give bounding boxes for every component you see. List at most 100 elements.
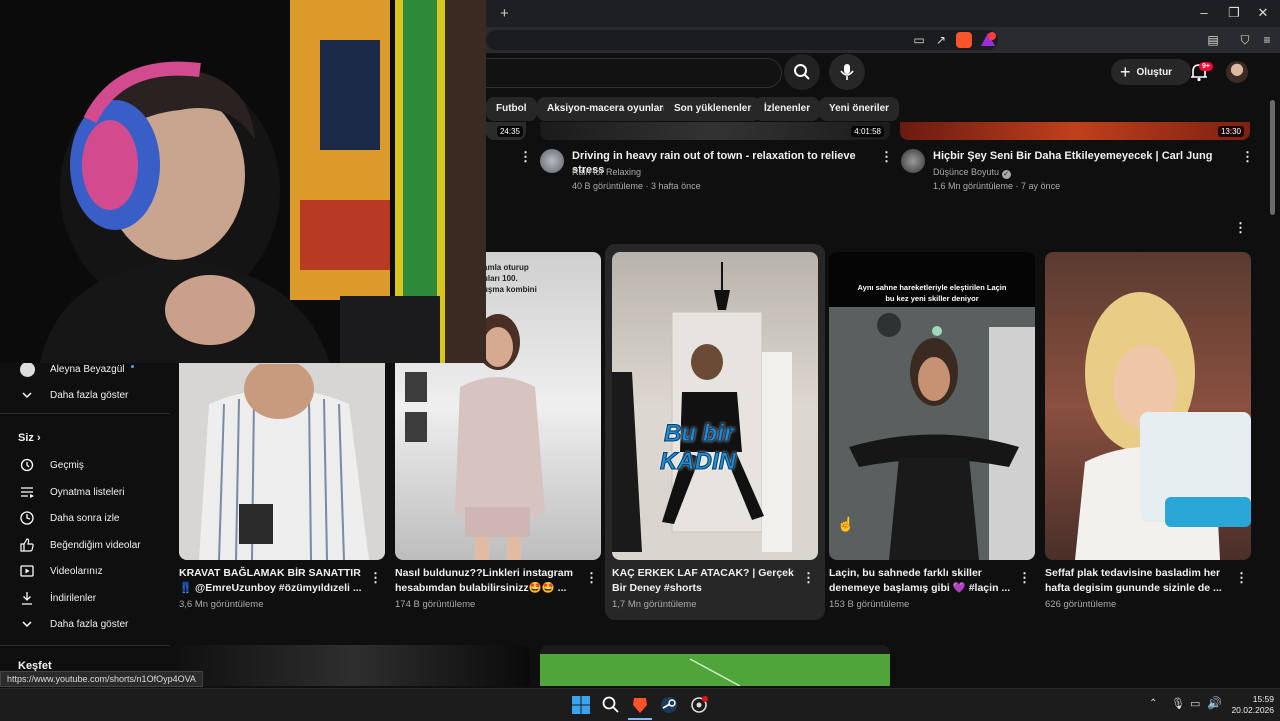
video-thumbnail[interactable]: 24:35 (486, 122, 526, 140)
video-thumbnail[interactable]: 13:30 (900, 122, 1250, 140)
page-scrollbar[interactable] (1270, 100, 1275, 215)
brave-browser-icon (633, 698, 647, 713)
verified-icon: ✓ (1001, 170, 1011, 179)
short-thumbnail[interactable] (1045, 252, 1251, 560)
sidebar-label: Beğendiğim videolar (50, 539, 141, 551)
search-button[interactable] (784, 54, 820, 90)
brave-shields-icon[interactable] (956, 32, 972, 48)
start-button[interactable] (571, 695, 591, 715)
video-stats: 40 B görüntüleme · 3 hafta önce (572, 181, 701, 191)
chip-action-adventure[interactable]: Aksiyon-macera oyunları (537, 97, 676, 121)
you-section-header[interactable]: Siz › (18, 432, 41, 444)
video-thumbnail[interactable]: 4:01:58 (540, 122, 890, 140)
search-icon (794, 64, 810, 80)
short-overlay-text: KADIN (660, 448, 737, 476)
more-options-icon[interactable]: ⋮ (880, 150, 893, 163)
video-thumbnail[interactable] (179, 645, 530, 686)
history-icon (20, 458, 34, 472)
tray-chevron-icon[interactable]: ⌃ (1149, 698, 1157, 709)
video-icon (20, 565, 34, 577)
steam-icon (661, 697, 677, 713)
chip-watched[interactable]: İzlenenler (754, 97, 821, 121)
menu-icon[interactable]: ≡ (1260, 33, 1274, 47)
sidebar-item-downloads[interactable]: İndirilenler (0, 585, 170, 611)
taskbar-brave[interactable] (630, 695, 650, 715)
vpn-shield-icon[interactable]: ⛉ (1238, 33, 1252, 47)
taskbar-steam[interactable] (659, 695, 679, 715)
clock-date: 20.02.2026 (1231, 705, 1274, 715)
short-title[interactable]: Seffaf plak tedavisine basladim her haft… (1045, 566, 1230, 596)
short-overlay-text: Bu bir (663, 420, 734, 448)
sidebar-item-liked-videos[interactable]: Beğendiğim videolar (0, 532, 170, 558)
sidebar-label: Geçmiş (50, 459, 84, 471)
plus-icon: + (1120, 62, 1131, 82)
show-more-subscriptions[interactable]: Daha fazla göster (0, 382, 170, 408)
windows-logo-icon (572, 696, 590, 714)
more-options-icon[interactable]: ⋮ (519, 150, 532, 163)
restore-icon[interactable]: ❐ (1227, 6, 1241, 20)
duration-badge: 13:30 (1217, 126, 1244, 137)
close-icon[interactable]: ✕ (1256, 6, 1270, 20)
more-options-icon[interactable]: ⋮ (1235, 571, 1248, 584)
video-thumbnail[interactable] (540, 645, 890, 686)
create-button[interactable]: + Oluştur (1111, 59, 1191, 85)
more-options-icon[interactable]: ⋮ (1241, 150, 1254, 163)
clock-icon (20, 511, 34, 525)
brave-rewards-icon[interactable] (980, 32, 996, 48)
chip-recently-uploaded[interactable]: Son yüklenenler (664, 97, 762, 121)
video-title[interactable]: Hiçbir Şey Seni Bir Daha Etkileyemeyecek… (933, 149, 1233, 163)
microphone-tray-icon[interactable]: 🎙 (1171, 697, 1185, 710)
playlist-icon (21, 487, 34, 498)
chip-new-recommendations[interactable]: Yeni öneriler (819, 97, 900, 121)
short-title[interactable]: Laçin, bu sahnede farklı skiller denemey… (829, 566, 1014, 596)
short-overlay-text: amla oturup uları 100. uşma kombini (483, 263, 537, 294)
avatar[interactable] (1226, 61, 1248, 83)
short-title[interactable]: Nasıl buldunuz??Linkleri instagram hesab… (395, 566, 580, 596)
football-pitch-art (689, 658, 741, 686)
short-views: 1,7 Mn görüntüleme (612, 599, 697, 610)
channel-avatar[interactable] (901, 149, 925, 173)
webcam-feed-art (40, 0, 486, 363)
voice-search-button[interactable] (829, 54, 865, 90)
sidebar-label: Daha fazla göster (50, 618, 129, 630)
new-content-dot (131, 365, 134, 368)
cast-icon[interactable]: ▭ (912, 33, 926, 47)
app-icon (691, 696, 708, 713)
channel-name[interactable]: Düşünce Boyutu ✓ (933, 166, 1011, 179)
more-options-icon[interactable]: ⋮ (1018, 571, 1031, 584)
duration-badge: 4:01:58 (851, 126, 884, 137)
channel-avatar[interactable] (540, 149, 564, 173)
subscription-name: Aleyna Beyazgül (50, 363, 125, 375)
more-options-icon[interactable]: ⋮ (585, 571, 598, 584)
sidebar-toggle-icon[interactable]: ▤ (1206, 33, 1220, 47)
webcam-overlay (0, 0, 486, 363)
minimize-icon[interactable]: – (1197, 6, 1211, 20)
windows-taskbar: ⌃ 🎙 ▭ 🔊 15:59 20.02.2026 (0, 688, 1280, 721)
volume-icon[interactable]: 🔊 (1207, 696, 1222, 710)
chip-futbol[interactable]: Futbol (486, 97, 537, 121)
more-options-icon[interactable]: ⋮ (802, 571, 815, 584)
more-options-icon[interactable]: ⋮ (369, 571, 382, 584)
video-stats: 1,6 Mn görüntüleme · 7 ay önce (933, 181, 1061, 191)
short-thumbnail[interactable]: Aynı sahne hareketleriyle eleştirilen La… (829, 252, 1035, 560)
short-thumbnail-art (829, 307, 1035, 560)
sidebar-item-your-videos[interactable]: Videolarınız (0, 558, 170, 584)
sidebar-item-history[interactable]: Geçmiş (0, 452, 170, 478)
sidebar-item-playlists[interactable]: Oynatma listeleri (0, 479, 170, 505)
search-input[interactable] (460, 58, 782, 88)
sidebar-item-watch-later[interactable]: Daha sonra izle (0, 505, 170, 531)
taskbar-search-button[interactable] (601, 695, 621, 715)
share-icon[interactable]: ↗ (934, 33, 948, 47)
short-thumbnail[interactable]: Bu bir KADIN (612, 252, 818, 560)
new-tab-button[interactable]: + (500, 5, 509, 22)
short-title[interactable]: KAÇ ERKEK LAF ATACAK? | Gerçek Bir Deney… (612, 566, 797, 596)
sidebar-label: İndirilenler (50, 592, 97, 604)
network-icon[interactable]: ▭ (1190, 697, 1200, 710)
taskbar-app[interactable] (689, 695, 709, 715)
show-more-you[interactable]: Daha fazla göster (0, 611, 170, 637)
clock[interactable]: 15:59 20.02.2026 (1226, 694, 1274, 716)
microphone-icon (840, 64, 854, 80)
short-title[interactable]: KRAVAT BAĞLAMAK BİR SANATTIR 👖 @EmreUzun… (179, 566, 364, 596)
channel-name[interactable]: Rain for Relaxing (572, 166, 641, 178)
shelf-options-icon[interactable]: ⋮ (1234, 221, 1247, 234)
